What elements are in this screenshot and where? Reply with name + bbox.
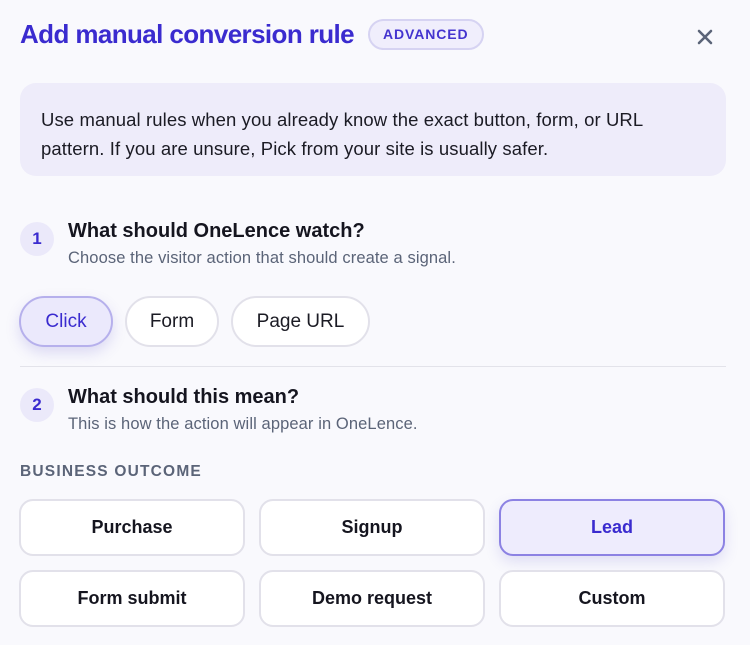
- modal-header: Add manual conversion rule ADVANCED: [20, 14, 730, 54]
- step-number: 2: [20, 388, 54, 422]
- outcome-option-purchase[interactable]: Purchase: [19, 499, 245, 556]
- close-button[interactable]: [690, 24, 720, 50]
- advanced-badge: ADVANCED: [368, 18, 484, 50]
- business-outcome-label: BUSINESS OUTCOME: [20, 463, 202, 480]
- conversion-rule-modal: Add manual conversion rule ADVANCED Use …: [0, 0, 750, 645]
- step-number: 1: [20, 222, 54, 256]
- outcome-option-form-submit[interactable]: Form submit: [19, 570, 245, 627]
- step-subtitle: This is how the action will appear in On…: [68, 415, 418, 433]
- action-option-click[interactable]: Click: [19, 296, 113, 347]
- step-title: What should this mean?: [68, 386, 300, 408]
- outcome-option-signup[interactable]: Signup: [259, 499, 485, 556]
- step-subtitle: Choose the visitor action that should cr…: [68, 249, 456, 267]
- outcome-option-lead[interactable]: Lead: [499, 499, 725, 556]
- info-callout: Use manual rules when you already know t…: [20, 83, 726, 176]
- close-icon: [697, 29, 713, 45]
- step-meaning: 2 What should this mean? This is how the…: [20, 384, 418, 435]
- step-title: What should OneLence watch?: [68, 220, 365, 242]
- section-divider: [20, 366, 726, 367]
- outcome-option-custom[interactable]: Custom: [499, 570, 725, 627]
- action-option-form[interactable]: Form: [125, 296, 219, 347]
- step-watch: 1 What should OneLence watch? Choose the…: [20, 218, 456, 269]
- action-option-page-url[interactable]: Page URL: [231, 296, 370, 347]
- modal-title: Add manual conversion rule: [20, 18, 355, 49]
- outcome-option-demo-request[interactable]: Demo request: [259, 570, 485, 627]
